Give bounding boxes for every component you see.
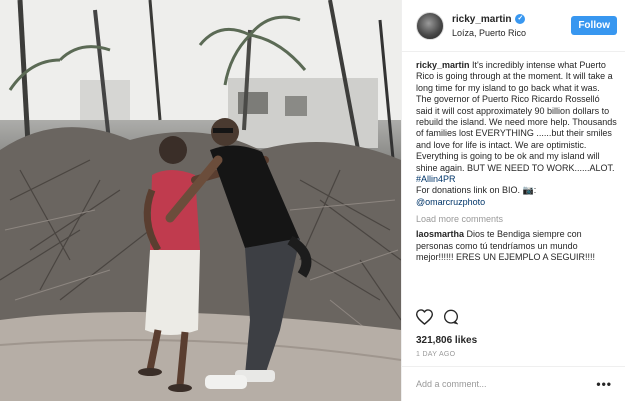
comments-section: ricky_martin It's incredibly intense wha… — [402, 52, 625, 299]
load-more-comments-link[interactable]: Load more comments — [416, 214, 617, 224]
caption-hashtag[interactable]: #Allin4PR — [416, 174, 456, 184]
likes-count[interactable]: 321,806 likes — [416, 335, 477, 346]
author-username[interactable]: ricky_martin — [452, 14, 511, 25]
photo-illustration — [0, 0, 401, 401]
follow-button[interactable]: Follow — [571, 16, 617, 35]
caption-donations: For donations link on BIO. 📷: — [416, 185, 537, 196]
post-actions — [416, 309, 459, 330]
comment-item: laosmartha Dios te Bendiga siempre con p… — [416, 229, 617, 263]
heart-icon[interactable] — [416, 309, 433, 330]
post-photo[interactable] — [0, 0, 401, 401]
caption-text: It's incredibly intense what Puerto Rico… — [416, 60, 617, 173]
post-header: ricky_martin ✓ Loíza, Puerto Rico Follow — [402, 0, 625, 52]
post-location[interactable]: Loíza, Puerto Rico — [452, 28, 571, 38]
username-row: ricky_martin ✓ — [452, 14, 571, 25]
post-date[interactable]: 1 DAY AGO — [416, 351, 455, 358]
more-options-icon[interactable]: ••• — [596, 377, 612, 391]
caption-mention[interactable]: @omarcruzphoto — [416, 197, 485, 207]
comment-username[interactable]: laosmartha — [416, 229, 464, 239]
post-details-panel: ricky_martin ✓ Loíza, Puerto Rico Follow… — [401, 0, 625, 401]
verified-badge-icon: ✓ — [515, 14, 526, 24]
avatar[interactable] — [416, 11, 444, 40]
add-comment-bar: ••• — [402, 366, 625, 401]
comment-bubble-icon[interactable] — [443, 309, 459, 330]
caption-username[interactable]: ricky_martin — [416, 60, 470, 70]
author-info: ricky_martin ✓ Loíza, Puerto Rico — [452, 14, 571, 38]
post-caption: ricky_martin It's incredibly intense wha… — [416, 60, 617, 208]
add-comment-input[interactable] — [416, 379, 597, 389]
